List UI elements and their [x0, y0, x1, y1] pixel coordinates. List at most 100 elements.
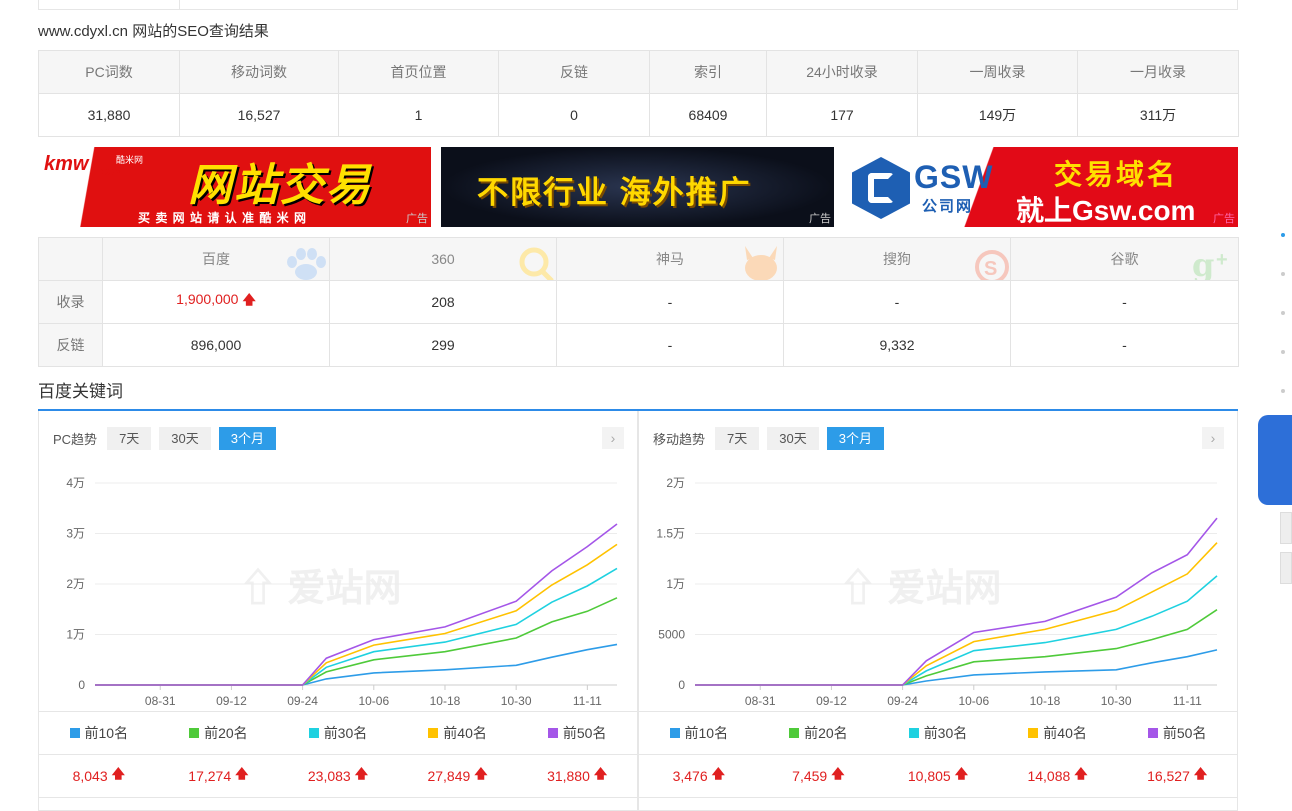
360-search-icon [519, 247, 554, 280]
legend-item[interactable]: 前40名 [398, 712, 518, 754]
legend-item[interactable]: 前50名 [517, 712, 637, 754]
range-30d-button[interactable]: 30天 [159, 427, 211, 450]
legend-item[interactable]: 前20名 [159, 712, 279, 754]
header-mobile-words: 移动词数 [179, 50, 339, 94]
value-24h[interactable]: 177 [766, 93, 918, 137]
x-tick-label: 09-12 [216, 694, 247, 708]
baidu-index-value[interactable]: 1,900,000 🡅 [102, 280, 330, 324]
rank-count-number: 8,043 [72, 768, 108, 784]
legend-swatch [308, 728, 319, 738]
rank-count-number: 7,459 [792, 768, 828, 784]
nav-dot[interactable] [1281, 233, 1285, 237]
legend-swatch [908, 728, 919, 738]
side-tool-button[interactable] [1280, 512, 1292, 544]
engine-shenma: 神马 [556, 237, 784, 281]
sogou-backlink-value[interactable]: 9,332 [783, 323, 1011, 367]
up-arrow-icon: 🡅 [242, 292, 256, 307]
up-arrow-icon: 🡅 [593, 766, 608, 781]
y-tick-label: 5000 [658, 628, 685, 642]
up-arrow-icon: 🡅 [954, 766, 969, 781]
rank-count-value[interactable]: 16,527 🡅 [1117, 755, 1237, 797]
divider [639, 797, 1237, 798]
overseas-ad-main: 不限行业 海外推广 [477, 175, 752, 210]
y-tick-label: 1万 [666, 577, 685, 591]
legend-item[interactable]: 前20名 [759, 712, 879, 754]
legend-item[interactable]: 前30名 [878, 712, 998, 754]
y-tick-label: 4万 [66, 476, 85, 490]
360-backlink-value[interactable]: 299 [329, 323, 557, 367]
header-24h: 24小时收录 [766, 50, 918, 94]
rank-count-value[interactable]: 27,849 🡅 [398, 755, 518, 797]
legend-item[interactable]: 前10名 [39, 712, 159, 754]
nav-dot[interactable] [1281, 350, 1285, 354]
trend-panels: PC趋势 7天 30天 3个月 › ⇧ 爱站网 0 1万 2万 3万 4万 08-31 09-… [38, 411, 1238, 811]
legend-item[interactable]: 前30名 [278, 712, 398, 754]
rank-count-number: 31,880 [547, 768, 590, 784]
header-pc-words: PC词数 [38, 50, 180, 94]
value-pc-words[interactable]: 31,880 [38, 93, 180, 137]
ad-tag: 广告 [406, 213, 428, 225]
legend-swatch [428, 728, 439, 738]
value-backlinks[interactable]: 0 [498, 93, 650, 137]
range-30d-button[interactable]: 30天 [767, 427, 819, 450]
seo-summary-value-row: 31,880 16,527 1 0 68409 177 149万 311万 [38, 93, 1239, 137]
value-index[interactable]: 68409 [649, 93, 767, 137]
range-7d-button[interactable]: 7天 [107, 427, 152, 450]
baidu-backlink-value[interactable]: 896,000 [102, 323, 330, 367]
side-promo-badge[interactable] [1258, 415, 1292, 505]
engine-baidu-label: 百度 [202, 251, 230, 267]
x-tick-label: 10-30 [1101, 694, 1132, 708]
gsw-logo-cn: 公司网 [922, 198, 974, 215]
nav-dot[interactable] [1281, 389, 1285, 393]
ad-banner-kmw[interactable]: kmw 酷米网 .COM 网站交易 买 卖 网 站 请 认 准 酷 米 网 广告 [38, 147, 431, 227]
range-3m-button[interactable]: 3个月 [218, 427, 276, 450]
engine-index-row: 收录 1,900,000 🡅 208 - - - [38, 280, 1239, 324]
rank-count-value[interactable]: 8,043 🡅 [39, 755, 159, 797]
rank-count-value[interactable]: 14,088 🡅 [998, 755, 1118, 797]
range-3m-button[interactable]: 3个月 [826, 427, 884, 450]
pc-trend-values: 8,043 🡅 17,274 🡅 23,083 🡅 27,849 🡅 31,880 🡅 [39, 754, 637, 797]
side-tool-button[interactable] [1280, 552, 1292, 584]
rank-count-value[interactable]: 3,476 🡅 [639, 755, 759, 797]
legend-item[interactable]: 前10名 [639, 712, 759, 754]
rank-count-value[interactable]: 17,274 🡅 [159, 755, 279, 797]
360-index-value[interactable]: 208 [329, 280, 557, 324]
range-7d-button[interactable]: 7天 [715, 427, 760, 450]
gsw-logo: GSW [914, 159, 994, 195]
chevron-right-icon[interactable]: › [602, 427, 624, 449]
engine-header-row: 百度 360 神马 搜狗 S 谷歌 g + [38, 237, 1239, 281]
y-tick-label: 0 [78, 678, 85, 692]
ad-banner-overseas[interactable]: 不限行业 海外推广 广告 [441, 147, 834, 227]
legend-swatch [1028, 728, 1039, 738]
legend-item[interactable]: 前40名 [998, 712, 1118, 754]
mobile-trend-panel: 移动趋势 7天 30天 3个月 › ⇧ 爱站网 0 5000 1万 1.5万 2万 08-3… [638, 411, 1238, 811]
value-mobile-words[interactable]: 16,527 [179, 93, 339, 137]
sogou-index-value: - [783, 280, 1011, 324]
rank-count-value[interactable]: 10,805 🡅 [878, 755, 998, 797]
rank-count-value[interactable]: 31,880 🡅 [517, 755, 637, 797]
pc-trend-header: PC趋势 7天 30天 3个月 [53, 427, 284, 450]
chevron-right-icon[interactable]: › [1202, 427, 1224, 449]
engine-sogou-label: 搜狗 [883, 251, 911, 267]
x-tick-label: 09-24 [287, 694, 318, 708]
ad-banner-row: kmw 酷米网 .COM 网站交易 买 卖 网 站 请 认 准 酷 米 网 广告… [38, 147, 1238, 227]
kmw-logo: kmw [44, 153, 89, 175]
value-month[interactable]: 311万 [1077, 93, 1239, 137]
engine-backlink-row: 反链 896,000 299 - 9,332 - [38, 323, 1239, 367]
up-arrow-icon: 🡅 [1193, 766, 1208, 781]
rank-count-value[interactable]: 23,083 🡅 [278, 755, 398, 797]
nav-dot[interactable] [1281, 311, 1285, 315]
header-backlinks: 反链 [498, 50, 650, 94]
rank-count-number: 17,274 [188, 768, 232, 784]
ad-banner-gsw[interactable]: GSW 公司网 交易域名 就上Gsw.com 广告 [844, 147, 1238, 227]
legend-swatch [1147, 728, 1158, 738]
up-arrow-icon: 🡅 [354, 766, 369, 781]
value-week[interactable]: 149万 [917, 93, 1078, 137]
legend-label: 前40名 [1043, 725, 1087, 741]
x-tick-label: 10-06 [958, 694, 989, 708]
rank-count-value[interactable]: 7,459 🡅 [759, 755, 879, 797]
watermark: ⇧ 爱站网 [239, 567, 402, 610]
nav-dot[interactable] [1281, 272, 1285, 276]
header-month: 一月收录 [1077, 50, 1239, 94]
legend-item[interactable]: 前50名 [1117, 712, 1237, 754]
